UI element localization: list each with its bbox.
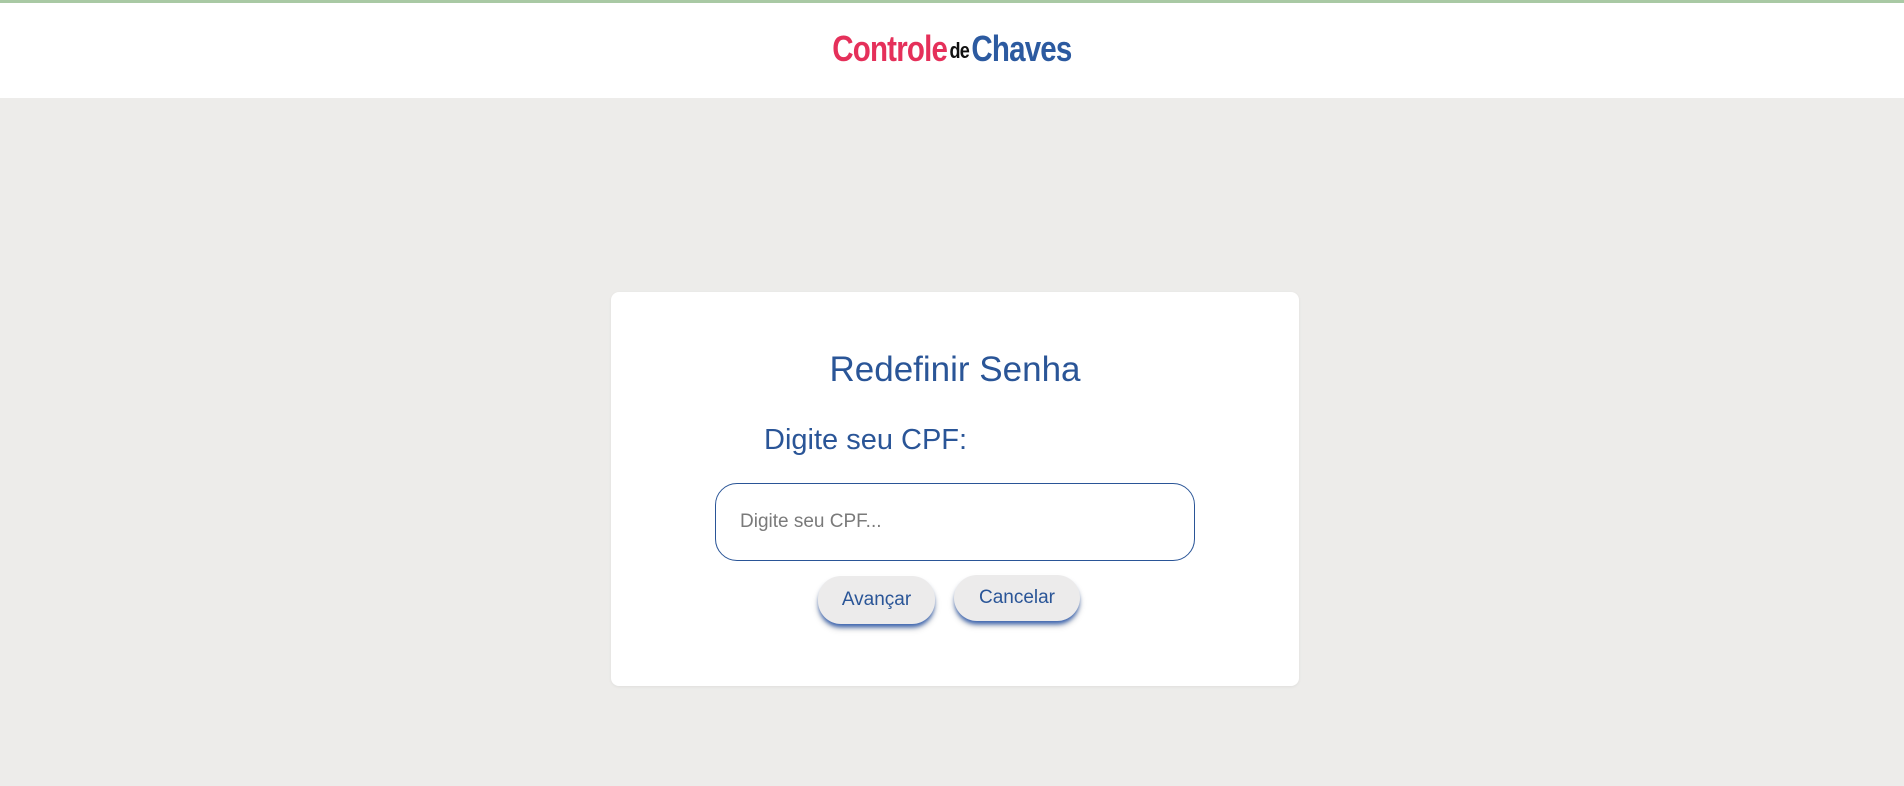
logo-text-de: de bbox=[949, 38, 970, 63]
app-logo: Controle de Chaves bbox=[832, 28, 1073, 70]
next-button[interactable]: Avançar bbox=[818, 576, 935, 624]
page-header: Controle de Chaves bbox=[0, 3, 1904, 98]
logo-text-chaves: Chaves bbox=[971, 28, 1073, 69]
cpf-input[interactable] bbox=[715, 483, 1195, 561]
cancel-button[interactable]: Cancelar bbox=[954, 575, 1080, 621]
reset-password-card: Redefinir Senha Digite seu CPF: Avançar … bbox=[611, 292, 1299, 686]
cpf-label: Digite seu CPF: bbox=[764, 424, 968, 456]
page-title: Redefinir Senha bbox=[829, 350, 1081, 389]
logo-text-controle: Controle bbox=[832, 28, 948, 69]
